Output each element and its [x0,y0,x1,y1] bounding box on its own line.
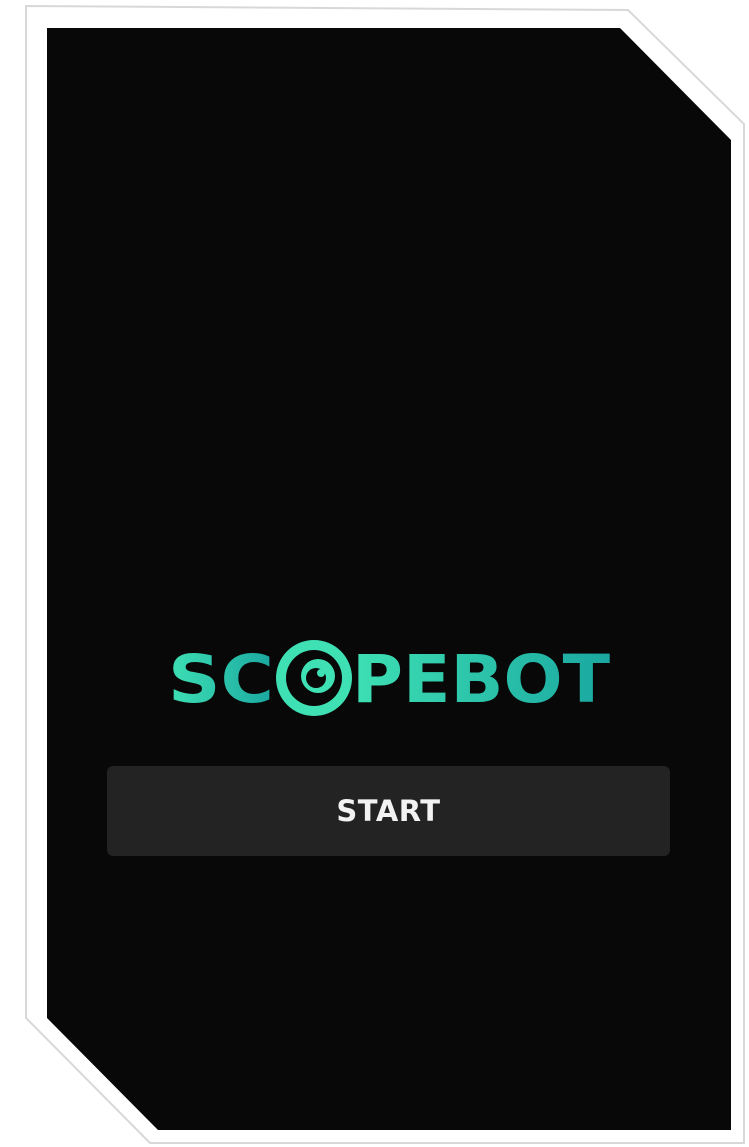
eye-icon [276,640,352,716]
scopebot-logo: SC PEBOT [168,640,610,718]
app-screen [25,4,745,1144]
device-frame: SC PEBOT START [0,0,749,1147]
svg-text:PEBOT: PEBOT [352,641,610,718]
start-button[interactable]: START [107,766,670,856]
svg-text:SC: SC [168,641,274,718]
